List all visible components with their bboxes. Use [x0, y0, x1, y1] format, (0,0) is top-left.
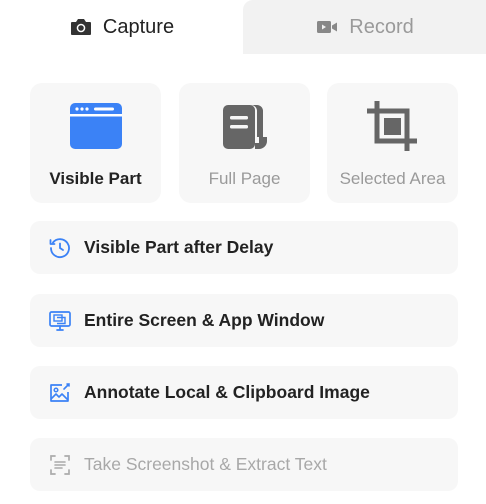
tab-record-label: Record	[349, 15, 414, 38]
extract-text-option[interactable]: Take Screenshot & Extract Text	[30, 438, 458, 491]
visible-part-label: Visible Part	[49, 169, 142, 188]
selected-area-label: Selected Area	[339, 169, 446, 188]
capture-mode-tabs: Capture Record	[0, 0, 486, 54]
tab-capture-label: Capture	[102, 15, 175, 38]
camera-icon	[70, 19, 91, 35]
visible-part-card[interactable]: Visible Part	[30, 83, 161, 203]
entire-screen-option[interactable]: Entire Screen & App Window	[30, 294, 458, 347]
crop-icon	[366, 101, 417, 151]
full-page-card[interactable]: Full Page	[179, 83, 310, 203]
image-edit-icon	[50, 382, 70, 402]
browser-window-icon	[69, 103, 122, 149]
delay-clock-icon	[49, 237, 70, 258]
visible-part-after-delay-label: Visible Part after Delay	[84, 237, 274, 257]
monitor-windows-icon	[49, 310, 71, 331]
annotate-image-label: Annotate Local & Clipboard Image	[84, 382, 370, 402]
scroll-page-icon	[222, 105, 267, 149]
video-camera-icon	[317, 21, 338, 33]
scan-text-icon	[50, 454, 70, 475]
visible-part-after-delay-option[interactable]: Visible Part after Delay	[30, 221, 458, 274]
full-page-label: Full Page	[208, 169, 281, 188]
entire-screen-label: Entire Screen & App Window	[84, 310, 325, 330]
capture-cards: Visible Part Full Page Selected Area	[30, 83, 458, 203]
extract-text-label: Take Screenshot & Extract Text	[84, 454, 327, 474]
tab-record[interactable]: Record	[243, 0, 486, 54]
annotate-image-option[interactable]: Annotate Local & Clipboard Image	[30, 366, 458, 419]
tab-capture[interactable]: Capture	[0, 0, 243, 54]
selected-area-card[interactable]: Selected Area	[327, 83, 458, 203]
